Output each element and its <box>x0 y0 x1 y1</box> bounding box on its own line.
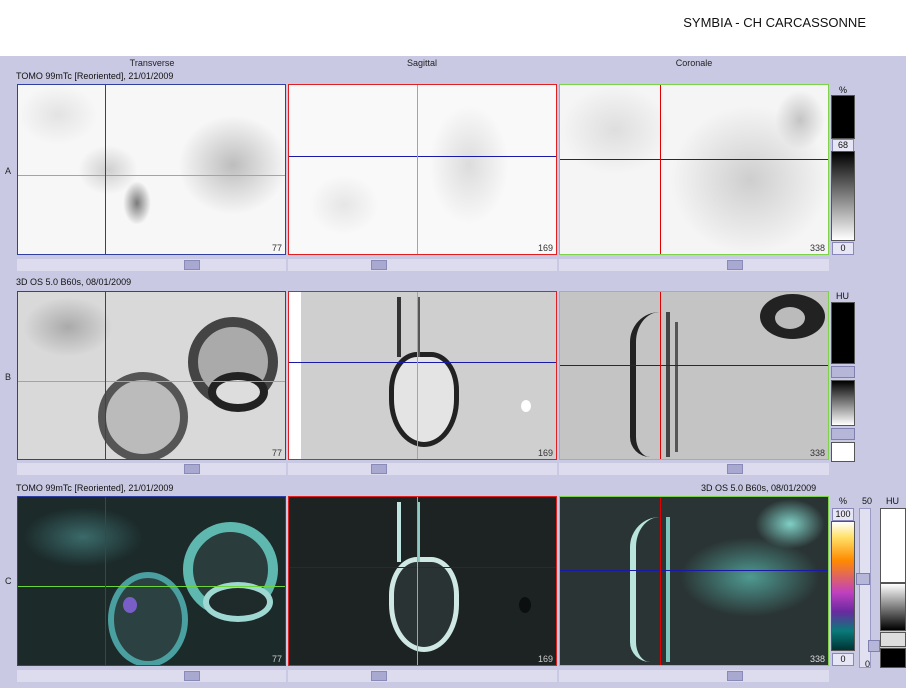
scrollbar-c-coronal[interactable] <box>559 670 829 682</box>
viewport-a-coronal[interactable]: 338 <box>559 84 829 255</box>
column-header-transverse: Transverse <box>129 58 175 68</box>
scrollbar-b-coronal[interactable] <box>559 463 829 475</box>
crosshair-vertical <box>660 85 661 254</box>
row-a-label: A <box>5 166 12 176</box>
scrollbar-a-coronal[interactable] <box>559 259 829 271</box>
slice-number: 338 <box>809 654 825 664</box>
colorbar-b-gradient[interactable] <box>831 380 855 426</box>
slice-number: 169 <box>537 448 553 458</box>
colorbar-a-upper <box>831 95 855 139</box>
scrollbar-a-sagittal[interactable] <box>288 259 557 271</box>
crosshair-horizontal <box>560 570 828 571</box>
colorbar-c-ct-gradient[interactable] <box>880 583 906 631</box>
slice-number: 77 <box>271 243 282 253</box>
scroll-thumb[interactable] <box>727 260 743 270</box>
crosshair-horizontal <box>18 586 285 587</box>
crosshair-vertical <box>417 85 418 254</box>
crosshair-horizontal <box>18 381 285 382</box>
crosshair-vertical <box>105 85 106 254</box>
viewport-b-sagittal[interactable]: 169 <box>288 291 557 460</box>
scrollbar-a-transverse[interactable] <box>17 259 286 271</box>
slice-number: 169 <box>537 654 553 664</box>
slice-number: 77 <box>271 654 282 664</box>
colorbar-a-unit: % <box>839 85 848 95</box>
scroll-thumb[interactable] <box>727 464 743 474</box>
colorbar-c-ct-unit: HU <box>886 496 899 506</box>
app-title: SYMBIA - CH CARCASSONNE <box>683 15 866 30</box>
crosshair-vertical <box>105 292 106 459</box>
viewport-a-sagittal[interactable]: 169 <box>288 84 557 255</box>
colorbar-b-upper <box>831 302 855 364</box>
viewport-c-transverse[interactable]: 77 <box>17 496 286 666</box>
scrollbar-b-sagittal[interactable] <box>288 463 557 475</box>
slice-number: 338 <box>809 448 825 458</box>
scrollbar-c-sagittal[interactable] <box>288 670 557 682</box>
scroll-thumb[interactable] <box>184 260 200 270</box>
colorbar-c-ct-lower <box>880 648 906 668</box>
row-b-label: B <box>5 372 12 382</box>
viewport-a-transverse[interactable]: 77 <box>17 84 286 255</box>
scrollbar-b-transverse[interactable] <box>17 463 286 475</box>
scroll-thumb[interactable] <box>371 671 387 681</box>
scroll-thumb[interactable] <box>371 260 387 270</box>
colorbar-c-max[interactable]: 100 <box>832 508 854 521</box>
crosshair-vertical <box>660 292 661 459</box>
crosshair-horizontal <box>560 365 828 366</box>
blend-ratio-label: 50 <box>862 496 873 506</box>
title-bar: SYMBIA - CH CARCASSONNE <box>0 0 906 56</box>
colorbar-c-pet-gradient[interactable] <box>831 521 855 651</box>
crosshair-vertical <box>660 497 661 665</box>
column-header-coronal: Coronale <box>675 58 713 68</box>
scroll-thumb[interactable] <box>184 464 200 474</box>
colorbar-c-ct-upper <box>880 508 906 583</box>
crosshair-vertical <box>417 292 418 459</box>
crosshair-vertical <box>105 497 106 665</box>
viewport-b-coronal[interactable]: 338 <box>559 291 829 460</box>
viewport-c-coronal[interactable]: 338 <box>559 496 829 666</box>
crosshair-vertical <box>417 497 418 665</box>
colorbar-a-min[interactable]: 0 <box>832 242 854 255</box>
viewport-c-sagittal[interactable]: 169 <box>288 496 557 666</box>
blend-slider-min: 0 <box>865 659 871 669</box>
crosshair-horizontal <box>560 159 828 160</box>
scroll-thumb[interactable] <box>184 671 200 681</box>
crosshair-horizontal <box>289 156 556 157</box>
viewport-b-transverse[interactable]: 77 <box>17 291 286 460</box>
colorbar-b-level-thumb[interactable] <box>831 428 855 440</box>
slider-thumb[interactable] <box>856 573 870 585</box>
colorbar-b-window-thumb[interactable] <box>831 366 855 378</box>
row-b-series-info: 3D OS 5.0 B60s, 08/01/2009 <box>16 277 132 287</box>
row-c-series-info-right: 3D OS 5.0 B60s, 08/01/2009 <box>701 483 817 493</box>
crosshair-horizontal <box>289 567 556 568</box>
slice-number: 338 <box>809 243 825 253</box>
colorbar-c-min[interactable]: 0 <box>832 653 854 666</box>
slice-number: 77 <box>271 448 282 458</box>
row-c-label: C <box>5 576 12 586</box>
colorbar-c-ct-window <box>880 632 906 647</box>
row-a-series-info: TOMO 99mTc [Reoriented], 21/01/2009 <box>16 71 174 81</box>
scroll-thumb[interactable] <box>727 671 743 681</box>
scrollbar-c-transverse[interactable] <box>17 670 286 682</box>
colorbar-b-unit: HU <box>836 291 849 301</box>
column-header-sagittal: Sagittal <box>406 58 438 68</box>
scroll-thumb[interactable] <box>371 464 387 474</box>
slider-thumb[interactable] <box>868 640 880 652</box>
crosshair-horizontal <box>289 362 556 363</box>
crosshair-horizontal <box>18 175 285 176</box>
row-c-series-info: TOMO 99mTc [Reoriented], 21/01/2009 <box>16 483 174 493</box>
slice-number: 169 <box>537 243 553 253</box>
colorbar-a-gradient[interactable] <box>831 151 855 241</box>
colorbar-c-unit: % <box>839 496 848 506</box>
colorbar-b-lower <box>831 442 855 462</box>
